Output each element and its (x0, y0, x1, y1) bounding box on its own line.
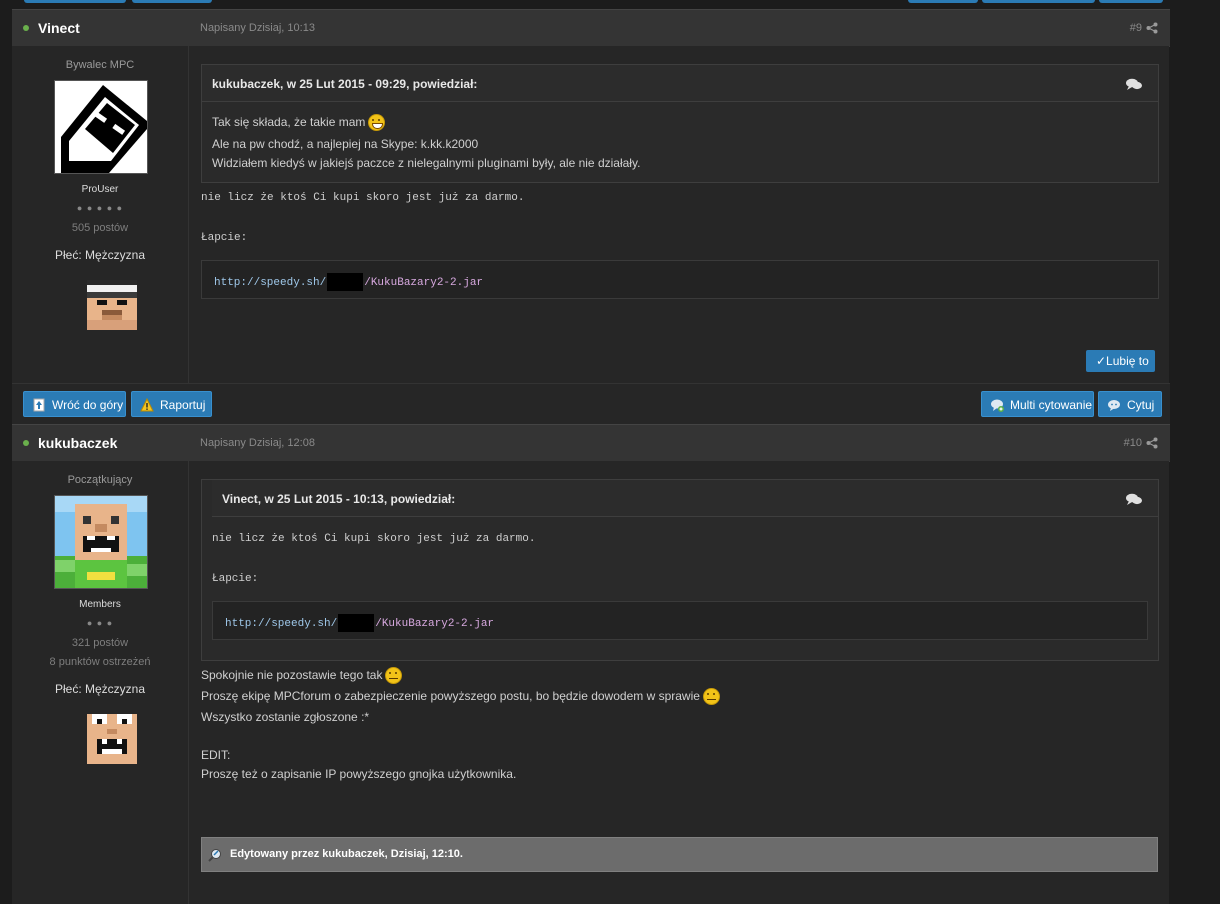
redaction-bar (327, 273, 364, 291)
post-text-line: Proszę też o zapisanie IP powyższego gno… (201, 767, 517, 781)
back-to-top-button[interactable]: Wróć do góry (23, 391, 126, 417)
post-header: Vinect Napisany Dzisiaj, 10:13 #9 (12, 9, 1170, 47)
magnifier-pencil-icon (208, 849, 221, 862)
quote-block: Vinect, w 25 Lut 2015 - 10:13, powiedzia… (201, 479, 1159, 661)
post-text: Łapcie: (201, 232, 248, 244)
prev-multi-quote-button[interactable] (982, 0, 1095, 3)
member-group: Members (79, 599, 121, 610)
post-content: Vinect, w 25 Lut 2015 - 10:13, powiedzia… (189, 461, 1169, 904)
rank-pips: ● ● ● ● ● (76, 203, 124, 213)
member-title: Początkujący (67, 474, 133, 486)
post-text-line: Spokojnie nie pozostawie tego tak (201, 666, 403, 685)
post-text-line: Proszę ekipę MPCforum o zabezpieczenie p… (201, 687, 720, 706)
avatar[interactable] (54, 80, 148, 174)
skin-head-image (87, 280, 137, 330)
like-button[interactable]: ✓Lubię to (1086, 350, 1155, 372)
member-group: ProUser (81, 184, 119, 195)
speech-bubbles-icon (1126, 78, 1142, 90)
page-up-icon (33, 398, 45, 412)
quote-header: kukubaczek, w 25 Lut 2015 - 09:29, powie… (202, 65, 1158, 102)
warning-points[interactable]: 8 punktów ostrzeżeń (12, 656, 188, 668)
code-block: http://speedy.sh//KukuBazary2-2.jar (212, 601, 1148, 640)
multi-quote-icon (991, 399, 1004, 412)
author-name[interactable]: kukubaczek (38, 435, 117, 451)
skin-head-image (87, 714, 137, 764)
wink-smiley-icon (702, 688, 720, 706)
member-title: Bywalec MPC (65, 59, 135, 71)
post-number[interactable]: #10 (1124, 437, 1142, 449)
quote-block: kukubaczek, w 25 Lut 2015 - 09:29, powie… (201, 64, 1159, 183)
quote-bubble-icon (1108, 400, 1120, 411)
online-indicator (23, 440, 29, 446)
quote-button[interactable]: Cytuj (1098, 391, 1162, 417)
prev-multi-button[interactable] (908, 0, 978, 3)
post-text-line: EDIT: (201, 748, 231, 762)
code-line[interactable]: http://speedy.sh//KukuBazary2-2.jar (214, 273, 483, 291)
post-content: kukubaczek, w 25 Lut 2015 - 09:29, powie… (189, 46, 1169, 383)
gender-field: Płeć: Mężczyzna (54, 248, 146, 262)
prev-report-button[interactable] (132, 0, 212, 3)
speech-bubbles-icon (1126, 493, 1142, 505)
post-text: nie licz że ktoś Ci kupi skoro jest już … (201, 192, 525, 204)
code-line[interactable]: http://speedy.sh//KukuBazary2-2.jar (225, 614, 494, 632)
redaction-bar (338, 614, 375, 632)
post-number[interactable]: #9 (1130, 22, 1142, 34)
post-header: kukubaczek Napisany Dzisiaj, 12:08 #10 (12, 424, 1170, 462)
gender-field: Płeć: Mężczyzna (54, 682, 146, 696)
laughing-smiley-icon (368, 114, 386, 132)
code-block: http://speedy.sh//KukuBazary2-2.jar (201, 260, 1159, 299)
quote-citation: Vinect, w 25 Lut 2015 - 10:13, powiedzia… (222, 492, 456, 506)
quote-text: Łapcie: (212, 573, 259, 585)
multi-quote-button[interactable]: Multi cytowanie (981, 391, 1094, 417)
page-background-right (1170, 0, 1220, 904)
post-actions-row: Wróć do góry Raportuj Multi cytowanie Cy… (12, 383, 1170, 426)
post-date: Napisany Dzisiaj, 12:08 (200, 437, 315, 449)
prev-top-button[interactable] (24, 0, 126, 3)
author-sidebar: Bywalec MPC ProUser ● ● ● ● ● 505 postów… (12, 46, 189, 383)
quote-line: Ale na pw chodź, a najlepiej na Skype: k… (212, 137, 479, 151)
quote-text: nie licz że ktoś Ci kupi skoro jest już … (212, 533, 536, 545)
quote-line: Widziałem kiedyś w jakiejś paczce z niel… (212, 156, 641, 170)
post-text-line: Wszystko zostanie zgłoszone :* (201, 710, 370, 724)
post-date: Napisany Dzisiaj, 10:13 (200, 22, 315, 34)
report-button[interactable]: Raportuj (131, 391, 212, 417)
post-count: 321 postów (71, 637, 129, 649)
avatar[interactable] (54, 495, 148, 589)
share-icon[interactable] (1146, 22, 1158, 34)
warning-icon (140, 398, 154, 412)
share-icon[interactable] (1146, 437, 1158, 449)
quote-header: Vinect, w 25 Lut 2015 - 10:13, powiedzia… (212, 480, 1158, 517)
avatar-image (55, 81, 147, 173)
online-indicator (23, 25, 29, 31)
author-sidebar: Początkujący Members ● ● ● 321 postów 8 … (12, 461, 189, 904)
quote-citation: kukubaczek, w 25 Lut 2015 - 09:29, powie… (212, 77, 478, 91)
edited-notice: Edytowany przez kukubaczek, Dzisiaj, 12:… (201, 837, 1158, 872)
rank-pips: ● ● ● (86, 618, 114, 628)
avatar-image (55, 496, 147, 588)
post-count: 505 postów (71, 222, 129, 234)
quote-line: Tak się składa, że takie mam (212, 113, 386, 132)
top-button-strip (0, 0, 1220, 8)
author-name[interactable]: Vinect (38, 20, 80, 36)
prev-quote-button[interactable] (1099, 0, 1163, 3)
wink-smiley-icon (385, 667, 403, 685)
